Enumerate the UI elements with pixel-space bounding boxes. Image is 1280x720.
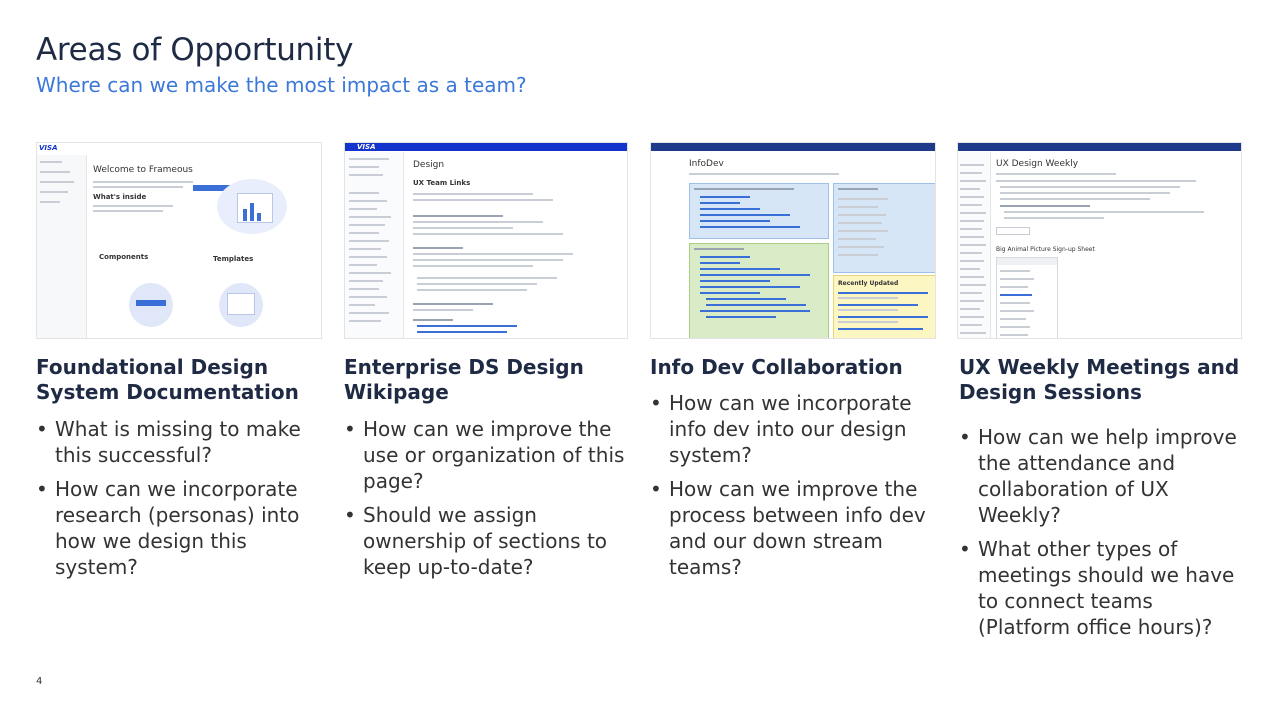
weekly-title: UX Design Weekly xyxy=(996,159,1079,169)
panel-recently-updated: Recently Updated xyxy=(833,275,935,338)
wiki-page-title: Design xyxy=(413,160,445,170)
card-templates-title: Templates xyxy=(213,255,254,263)
panel-tech-writers xyxy=(689,243,829,338)
signup-table xyxy=(996,257,1058,338)
infodev-title: InfoDev xyxy=(689,159,724,169)
bullet-item: • How can we help improve the attendance … xyxy=(959,425,1237,527)
sidebar xyxy=(37,155,87,338)
screenshot-infodev: InfoDev Recently Updated xyxy=(650,142,936,339)
bullets-ux-weekly: • How can we help improve the attendance … xyxy=(959,424,1249,648)
bullets-infodev: • How can we incorporate info dev into ou… xyxy=(650,390,930,588)
wiki-section-title: UX Team Links xyxy=(413,179,471,187)
bullet-item: • How can we improve the use or organizat… xyxy=(344,417,625,493)
bullet-item: • How can we incorporate research (person… xyxy=(36,477,300,579)
signup-table-title: Big Animal Picture Sign-up Sheet xyxy=(996,246,1095,253)
screenshot-ux-weekly: UX Design Weekly Big Animal Picture Sign… xyxy=(957,142,1242,339)
bullet-item: • What is missing to make this successful… xyxy=(36,417,301,467)
create-meeting-button[interactable] xyxy=(996,227,1030,235)
bullet-item: • How can we improve the process between … xyxy=(650,477,926,579)
page-number: 4 xyxy=(36,676,43,687)
heading-ux-weekly: UX Weekly Meetings and Design Sessions xyxy=(959,355,1240,404)
slide-title: Areas of Opportunity xyxy=(36,32,354,68)
weekly-sidebar xyxy=(958,152,991,338)
bullet-item: • What other types of meetings should we … xyxy=(959,537,1235,639)
wiki-sidebar xyxy=(345,152,404,338)
frameous-heading: Welcome to Frameous xyxy=(93,165,193,175)
visa-logo: VISA xyxy=(39,144,58,152)
bullet-item: • How can we incorporate info dev into ou… xyxy=(650,391,912,467)
heading-infodev: Info Dev Collaboration xyxy=(650,355,903,379)
card-components-title: Components xyxy=(99,253,149,261)
slide-subtitle: Where can we make the most impact as a t… xyxy=(36,73,527,97)
heading-enterprise-wiki: Enterprise DS Design Wikipage xyxy=(344,355,584,404)
bullets-enterprise-wiki: • How can we improve the use or organizat… xyxy=(344,416,634,588)
screenshot-enterprise-wiki: VISA Design UX Team Links xyxy=(344,142,628,339)
heading-foundational-docs: Foundational Design System Documentation xyxy=(36,355,299,404)
section-title: What's inside xyxy=(93,193,147,201)
screenshot-foundational-docs: VISA Welcome to Frameous What's inside C… xyxy=(36,142,322,339)
panel-members xyxy=(833,183,935,273)
bullets-foundational-docs: • What is missing to make this successful… xyxy=(36,416,326,588)
visa-logo: VISA xyxy=(357,143,376,151)
bullet-item: • Should we assign ownership of sections … xyxy=(344,503,608,579)
panel-documentation xyxy=(689,183,829,239)
